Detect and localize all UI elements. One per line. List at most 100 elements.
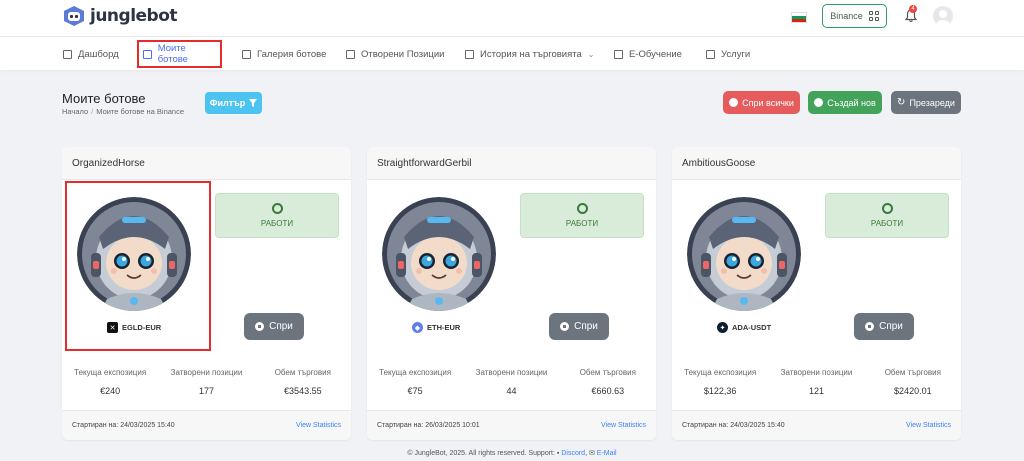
notification-badge: 4 xyxy=(909,5,917,13)
started-at: Стартиран на: 26/03/2025 10:01 xyxy=(377,422,480,429)
create-bot-button[interactable]: Създай нов xyxy=(808,91,882,114)
exchange-selector-button[interactable]: Binance xyxy=(822,4,887,28)
started-at: Стартиран на: 24/03/2025 15:40 xyxy=(72,422,175,429)
stop-bot-button[interactable]: Спри xyxy=(854,313,914,340)
nav-dashboard[interactable]: Дашборд xyxy=(59,40,123,68)
gear-icon xyxy=(576,203,588,214)
volume-value: €3543.55 xyxy=(284,386,322,396)
filter-label: Филтър xyxy=(209,98,246,108)
user-avatar[interactable] xyxy=(933,6,953,26)
logo[interactable]: junglebot xyxy=(62,5,178,27)
language-flag-icon[interactable] xyxy=(791,12,807,23)
stop-label: Спри xyxy=(574,321,598,332)
nav-label: Галерия ботове xyxy=(257,48,327,60)
view-statistics-link[interactable]: View Statistics xyxy=(906,422,951,429)
breadcrumb: Начало / Моите ботове на Binance xyxy=(62,107,185,116)
breadcrumb-home[interactable]: Начало xyxy=(62,107,88,116)
trading-pair: ◆ ETH-EUR xyxy=(412,322,460,333)
create-label: Създай нов xyxy=(827,97,876,108)
discord-link[interactable]: Discord xyxy=(561,450,585,457)
selection-highlight xyxy=(65,181,211,351)
status-label: РАБОТИ xyxy=(565,219,599,228)
volume-value: $2420.01 xyxy=(894,386,932,396)
bot-stats: Текуща експозиция €75 Затворени позиции 44… xyxy=(367,368,656,396)
nav-e-learning[interactable]: Е-Обучение xyxy=(610,40,686,68)
box-icon xyxy=(346,49,355,59)
bot-stats: Текуща експозиция $122,36 Затворени позиц… xyxy=(672,368,961,396)
trading-pair: ✦ ADA-USDT xyxy=(717,322,771,333)
bot-name: OrganizedHorse xyxy=(62,147,351,180)
nav-label: Е-Обучение xyxy=(629,48,682,60)
status-badge: РАБОТИ xyxy=(215,193,339,238)
stop-label: Спри xyxy=(269,321,293,332)
stop-all-button[interactable]: Спри всички xyxy=(723,91,800,114)
stop-all-label: Спри всички xyxy=(742,97,794,108)
cube-icon xyxy=(143,49,152,59)
breadcrumb-current: Моите ботове на Binance xyxy=(96,107,185,116)
nav-open-positions[interactable]: Отворени Позиции xyxy=(342,40,448,68)
card-footer: Стартиран на: 24/03/2025 15:40 View Stat… xyxy=(672,410,961,440)
bag-icon xyxy=(242,49,251,59)
footer-text: © JungleBot, 2025. All rights reserved. … xyxy=(407,450,555,457)
exposure-value: $122,36 xyxy=(703,386,737,396)
exchange-label: Binance xyxy=(830,11,863,21)
main-nav: Дашборд Моите ботове Галерия ботове Отво… xyxy=(0,37,1024,70)
nav-bot-gallery[interactable]: Галерия ботове xyxy=(238,40,330,68)
top-bar: junglebot Binance 4 xyxy=(0,0,1024,37)
closed-value: 177 xyxy=(198,386,214,396)
gear-icon xyxy=(881,203,893,214)
closed-value: 44 xyxy=(506,386,517,396)
discord-icon: ▪ xyxy=(556,450,560,457)
stop-icon xyxy=(560,322,570,331)
status-badge: РАБОТИ xyxy=(825,193,949,238)
nav-my-bots[interactable]: Моите ботове xyxy=(137,40,222,68)
bot-card: StraightforwardGerbil ◆ ETH-EUR РАБОТИ С… xyxy=(367,147,656,440)
nav-services[interactable]: Услуги xyxy=(702,40,754,68)
book-icon xyxy=(614,49,623,59)
exposure-label: Текуща експозиция xyxy=(379,368,452,377)
closed-value: 121 xyxy=(808,386,824,396)
volume-value: €660.63 xyxy=(591,386,625,396)
closed-label: Затворени позиции xyxy=(170,368,243,377)
brand-name: junglebot xyxy=(90,6,178,26)
exposure-label: Текуща експозиция xyxy=(74,368,147,377)
grid-icon xyxy=(868,11,879,21)
exposure-label: Текуща експозиция xyxy=(684,368,757,377)
gear-icon xyxy=(271,203,283,214)
bot-avatar xyxy=(687,197,801,311)
exposure-value: €75 xyxy=(407,386,423,396)
bot-avatar xyxy=(382,197,496,311)
page-footer: © JungleBot, 2025. All rights reserved. … xyxy=(407,450,617,457)
exposure-value: €240 xyxy=(100,386,121,396)
card-footer: Стартиран на: 24/03/2025 15:40 View Stat… xyxy=(62,410,351,440)
plus-circle-icon xyxy=(814,98,824,107)
nav-label: Моите ботове xyxy=(157,43,188,65)
status-badge: РАБОТИ xyxy=(520,193,644,238)
page-title: Моите ботове xyxy=(62,91,146,106)
stop-bot-button[interactable]: Спри xyxy=(549,313,609,340)
stop-icon xyxy=(255,322,265,331)
volume-label: Обем търговия xyxy=(884,368,941,377)
email-link[interactable]: E-Mail xyxy=(597,450,617,457)
reload-button[interactable]: ↻ Презареди xyxy=(891,91,961,114)
bot-name: StraightforwardGerbil xyxy=(367,147,656,180)
bot-name: AmbitiousGoose xyxy=(672,147,961,180)
refresh-icon: ↻ xyxy=(897,97,906,108)
robot-logo-icon xyxy=(64,6,84,26)
nav-label: Дашборд xyxy=(78,48,119,60)
filter-button[interactable]: Филтър xyxy=(205,92,262,114)
view-statistics-link[interactable]: View Statistics xyxy=(296,422,341,429)
layers-icon xyxy=(706,49,715,59)
stop-circle-icon xyxy=(729,98,739,107)
stop-label: Спри xyxy=(879,321,903,332)
nav-trade-history[interactable]: История на търговията ⌄ xyxy=(461,40,599,68)
swap-icon xyxy=(465,49,474,59)
stop-bot-button[interactable]: Спри xyxy=(244,313,304,340)
volume-label: Обем търговия xyxy=(579,368,636,377)
view-statistics-link[interactable]: View Statistics xyxy=(601,422,646,429)
nav-label: Услуги xyxy=(721,48,751,60)
pair-label: ETH-EUR xyxy=(427,323,461,332)
bot-card: AmbitiousGoose ✦ ADA-USDT РАБОТИ Спри Те… xyxy=(672,147,961,440)
funnel-icon xyxy=(249,99,258,107)
pair-label: ADA-USDT xyxy=(732,323,772,332)
